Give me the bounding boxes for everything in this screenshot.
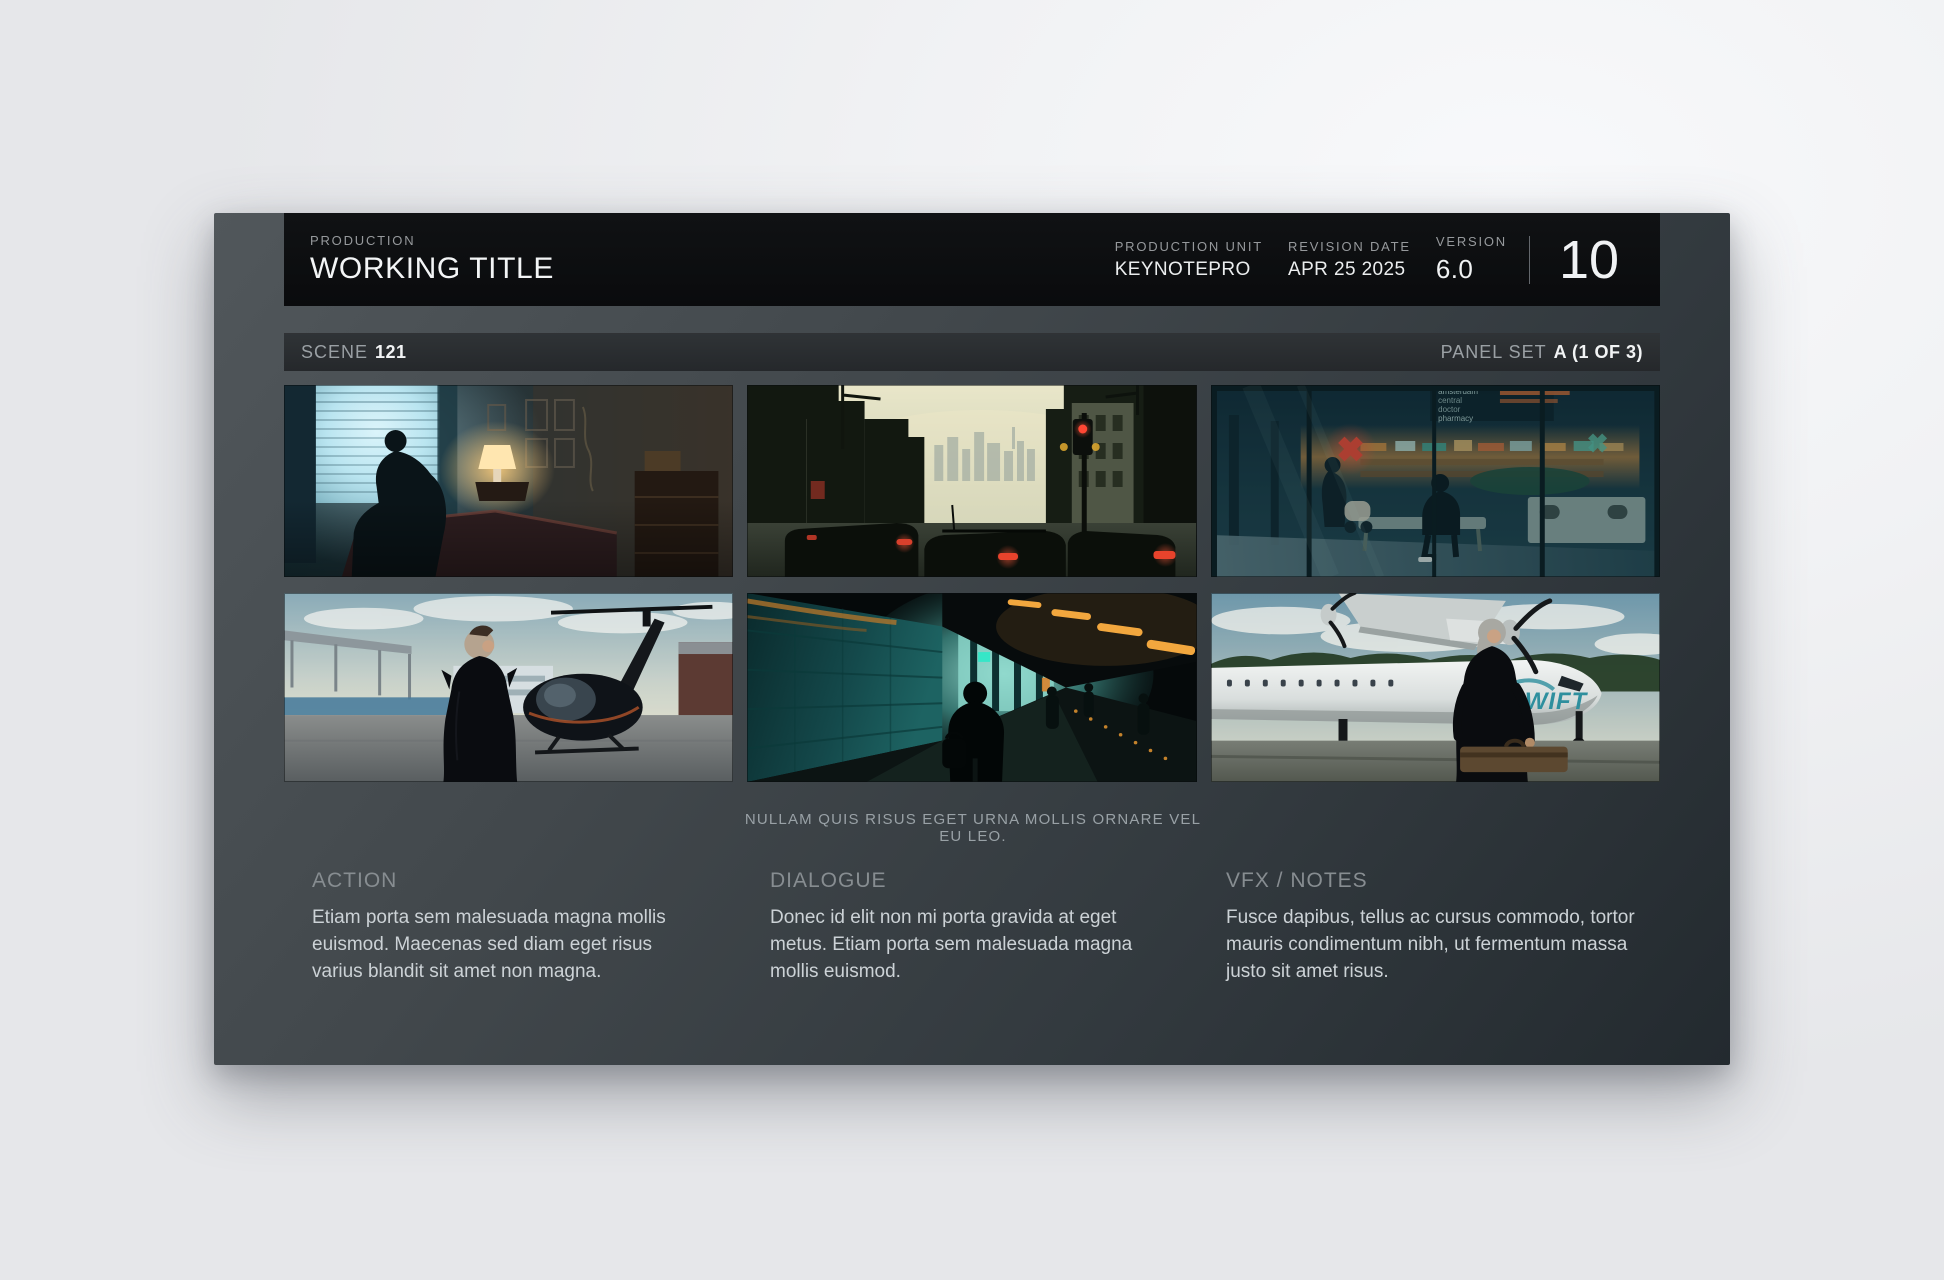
field-label: REVISION DATE: [1288, 239, 1411, 254]
scene-info: SCENE 121: [301, 342, 407, 363]
field-production-unit: PRODUCTION UNIT KEYNOTEPRO: [1115, 239, 1263, 281]
note-body: Donec id elit non mi porta gravida at eg…: [770, 904, 1165, 985]
storyboard-panel-3: amsterdam central doctor pharmacy: [1211, 385, 1660, 577]
production-label: PRODUCTION: [310, 233, 554, 248]
panel-set-label: PANEL SET: [1441, 342, 1547, 362]
page-number: 10: [1530, 233, 1660, 287]
note-column-vfx: VFX / NOTES Fusce dapibus, tellus ac cur…: [1226, 869, 1654, 985]
field-version: VERSION 6.0: [1436, 234, 1507, 285]
panel-2-image: [747, 385, 1196, 577]
panel-set-info: PANEL SET A (1 OF 3): [1441, 342, 1643, 363]
panel-caption: NULLAM QUIS RISUS EGET URNA MOLLIS ORNAR…: [743, 811, 1203, 845]
scene-label: SCENE: [301, 342, 368, 362]
production-title: WORKING TITLE: [310, 252, 554, 286]
note-column-dialogue: DIALOGUE Donec id elit non mi porta grav…: [770, 869, 1165, 985]
slide-header: PRODUCTION WORKING TITLE PRODUCTION UNIT…: [284, 213, 1660, 306]
storyboard-panel-1: [284, 385, 733, 577]
header-right: PRODUCTION UNIT KEYNOTEPRO REVISION DATE…: [1090, 233, 1660, 287]
note-body: Etiam porta sem malesuada magna mollis e…: [312, 904, 707, 985]
storyboard-slide: PRODUCTION WORKING TITLE PRODUCTION UNIT…: [214, 213, 1730, 1065]
note-heading: DIALOGUE: [770, 869, 1165, 893]
scene-bar: SCENE 121 PANEL SET A (1 OF 3): [284, 333, 1660, 371]
panel-1-image: [284, 385, 733, 577]
note-heading: VFX / NOTES: [1226, 869, 1654, 893]
field-label: PRODUCTION UNIT: [1115, 239, 1263, 254]
field-value: KEYNOTEPRO: [1115, 259, 1263, 281]
note-body: Fusce dapibus, tellus ac cursus commodo,…: [1226, 904, 1654, 985]
panel-4-image: [284, 593, 733, 782]
storyboard-panel-5: [747, 593, 1196, 782]
panel-6-image: SWIFT: [1211, 593, 1660, 782]
field-value: APR 25 2025: [1288, 259, 1411, 281]
storyboard-panel-4: [284, 593, 733, 782]
panel-set-value: A (1 OF 3): [1554, 342, 1643, 362]
storyboard-panel-6: SWIFT: [1211, 593, 1660, 782]
note-heading: ACTION: [312, 869, 707, 893]
field-value: 6.0: [1436, 254, 1507, 285]
page-background: { "slide": { "page_number": "10", "heade…: [0, 0, 1944, 1280]
note-column-action: ACTION Etiam porta sem malesuada magna m…: [312, 869, 707, 985]
storyboard-panel-2: [747, 385, 1196, 577]
storyboard-grid: amsterdam central doctor pharmacy: [284, 385, 1660, 782]
field-label: VERSION: [1436, 234, 1507, 249]
scene-number: 121: [375, 342, 407, 362]
panel-5-image: [747, 593, 1196, 782]
field-revision-date: REVISION DATE APR 25 2025: [1288, 239, 1411, 281]
panel-3-image: amsterdam central doctor pharmacy: [1211, 385, 1660, 577]
header-left: PRODUCTION WORKING TITLE: [284, 233, 554, 286]
